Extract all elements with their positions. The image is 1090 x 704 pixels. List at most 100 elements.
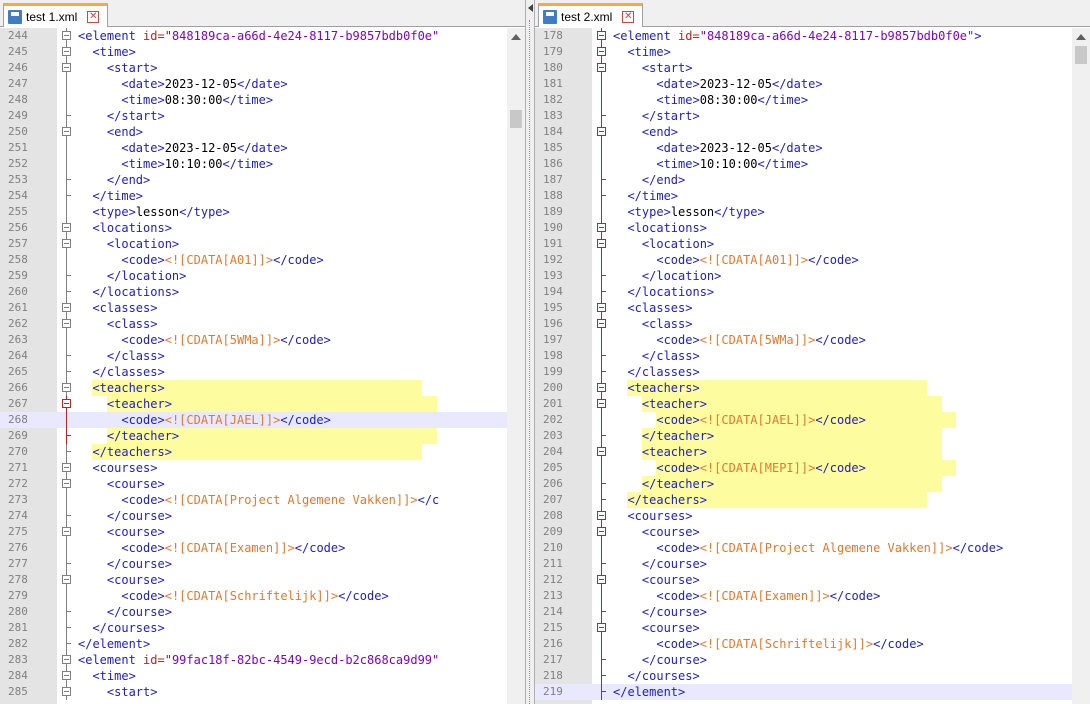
code-text[interactable]: </element> xyxy=(78,636,150,652)
fold-marker[interactable] xyxy=(592,300,610,316)
code-text[interactable]: </teacher> xyxy=(613,428,942,444)
scroll-up-arrow-icon[interactable] xyxy=(511,34,521,40)
code-line[interactable]: 211 </course> xyxy=(535,556,1090,572)
code-line[interactable]: 204 <teacher> xyxy=(535,444,1090,460)
fold-minus-icon[interactable] xyxy=(62,687,71,696)
code-text[interactable]: <element id="99fac18f-82bc-4549-9ecd-b2c… xyxy=(78,652,439,668)
code-line[interactable]: 213 <code><![CDATA[Examen]]></code> xyxy=(535,588,1090,604)
code-line[interactable]: 193 </location> xyxy=(535,268,1090,284)
code-line[interactable]: 251 <date>2023-12-05</date> xyxy=(0,140,525,156)
fold-marker[interactable] xyxy=(592,380,610,396)
code-text[interactable]: <location> xyxy=(613,236,714,252)
code-line[interactable]: 212 <course> xyxy=(535,572,1090,588)
fold-marker[interactable] xyxy=(57,28,75,44)
code-text[interactable]: </time> xyxy=(613,188,678,204)
code-line[interactable]: 278 <course> xyxy=(0,572,525,588)
code-line[interactable]: 255 <type>lesson</type> xyxy=(0,204,525,220)
fold-marker[interactable] xyxy=(592,60,610,76)
fold-marker[interactable] xyxy=(592,220,610,236)
fold-marker[interactable] xyxy=(592,524,610,540)
code-line[interactable]: 192 <code><![CDATA[A01]]></code> xyxy=(535,252,1090,268)
fold-marker[interactable] xyxy=(592,28,610,44)
fold-minus-icon[interactable] xyxy=(62,671,71,680)
code-text[interactable]: <code><![CDATA[Project Algemene Vakken]]… xyxy=(78,492,439,508)
fold-marker[interactable] xyxy=(592,316,610,332)
code-line[interactable]: 284 <time> xyxy=(0,668,525,684)
code-text[interactable]: </start> xyxy=(78,108,165,124)
code-text[interactable]: <element id="848189ca-a66d-4e24-8117-b98… xyxy=(78,28,439,44)
scrollbar-thumb[interactable] xyxy=(510,110,522,128)
fold-minus-icon[interactable] xyxy=(62,303,71,312)
code-text[interactable]: <time> xyxy=(78,668,135,684)
code-lines[interactable]: 244 <element id="848189ca-a66d-4e24-8117-… xyxy=(0,28,525,700)
code-line[interactable]: 178 <element id="848189ca-a66d-4e24-8117-… xyxy=(535,28,1090,44)
code-line[interactable]: 248 <time>08:30:00</time> xyxy=(0,92,525,108)
fold-minus-icon[interactable] xyxy=(62,63,71,72)
code-text[interactable]: </end> xyxy=(613,172,685,188)
code-text[interactable]: <time> xyxy=(78,44,135,60)
code-line[interactable]: 272 <course> xyxy=(0,476,525,492)
code-line[interactable]: 210 <code><![CDATA[Project Algemene Vakk… xyxy=(535,540,1090,556)
tab-test-1-xml[interactable]: test 1.xml ✕ xyxy=(3,3,109,27)
fold-marker[interactable] xyxy=(57,460,75,476)
code-line[interactable]: 203 </teacher> xyxy=(535,428,1090,444)
code-text[interactable]: <course> xyxy=(78,524,165,540)
fold-marker[interactable] xyxy=(57,668,75,684)
code-text[interactable]: <courses> xyxy=(78,460,157,476)
code-line[interactable]: 258 <code><![CDATA[A01]]></code> xyxy=(0,252,525,268)
code-text[interactable]: <location> xyxy=(78,236,179,252)
code-line[interactable]: 195 <classes> xyxy=(535,300,1090,316)
code-text[interactable]: <code><![CDATA[5WMa]]></code> xyxy=(613,332,866,348)
code-text[interactable]: <time>10:10:00</time> xyxy=(613,156,808,172)
code-text[interactable]: </course> xyxy=(78,604,172,620)
code-text[interactable]: </location> xyxy=(613,268,721,284)
code-line[interactable]: 187 </end> xyxy=(535,172,1090,188)
code-text[interactable]: </end> xyxy=(78,172,150,188)
code-text[interactable]: <course> xyxy=(613,572,700,588)
code-line[interactable]: 208 <courses> xyxy=(535,508,1090,524)
pane-splitter[interactable] xyxy=(525,0,535,704)
vertical-scrollbar[interactable] xyxy=(507,28,525,704)
fold-minus-icon[interactable] xyxy=(62,575,71,584)
code-text[interactable]: <code><![CDATA[Examen]]></code> xyxy=(78,540,345,556)
code-line[interactable]: 285 <start> xyxy=(0,684,525,700)
code-text[interactable]: <type>lesson</type> xyxy=(78,204,229,220)
fold-minus-icon[interactable] xyxy=(62,383,71,392)
code-line[interactable]: 209 <course> xyxy=(535,524,1090,540)
code-line[interactable]: 246 <start> xyxy=(0,60,525,76)
code-line[interactable]: 194 </locations> xyxy=(535,284,1090,300)
fold-minus-icon[interactable] xyxy=(597,127,606,136)
fold-minus-icon[interactable] xyxy=(597,47,606,56)
code-line[interactable]: 197 <code><![CDATA[5WMa]]></code> xyxy=(535,332,1090,348)
code-text[interactable]: </courses> xyxy=(78,620,164,636)
code-line[interactable]: 219 </element> xyxy=(535,684,1090,700)
code-text[interactable]: <teachers> xyxy=(78,380,423,396)
code-line[interactable]: 264 </class> xyxy=(0,348,525,364)
code-text[interactable]: </element> xyxy=(613,684,685,700)
fold-minus-icon[interactable] xyxy=(62,223,71,232)
code-text[interactable]: <class> xyxy=(78,316,158,332)
fold-marker[interactable] xyxy=(57,380,75,396)
code-lines[interactable]: 178 <element id="848189ca-a66d-4e24-8117-… xyxy=(535,28,1090,700)
code-text[interactable]: </teacher> xyxy=(78,428,437,444)
code-text[interactable]: </course> xyxy=(613,604,707,620)
code-line[interactable]: 196 <class> xyxy=(535,316,1090,332)
code-line[interactable]: 280 </course> xyxy=(0,604,525,620)
code-line[interactable]: 206 </teacher> xyxy=(535,476,1090,492)
code-text[interactable]: <time>08:30:00</time> xyxy=(78,92,273,108)
code-text[interactable]: </start> xyxy=(613,108,700,124)
fold-minus-icon[interactable] xyxy=(597,447,606,456)
code-text[interactable]: </course> xyxy=(78,556,172,572)
code-line[interactable]: 185 <date>2023-12-05</date> xyxy=(535,140,1090,156)
code-line[interactable]: 202 <code><![CDATA[JAEL]]></code> xyxy=(535,412,1090,428)
code-text[interactable]: <teachers> xyxy=(613,380,928,396)
code-line[interactable]: 214 </course> xyxy=(535,604,1090,620)
tab-test-2-xml[interactable]: test 2.xml ✕ xyxy=(538,3,644,27)
fold-minus-icon[interactable] xyxy=(597,383,606,392)
code-text[interactable]: <time>10:10:00</time> xyxy=(78,156,273,172)
code-text[interactable]: <date>2023-12-05</date> xyxy=(613,76,822,92)
fold-marker[interactable] xyxy=(57,300,75,316)
code-line[interactable]: 270 </teachers> xyxy=(0,444,525,460)
code-line[interactable]: 198 </class> xyxy=(535,348,1090,364)
fold-minus-icon[interactable] xyxy=(597,31,606,40)
